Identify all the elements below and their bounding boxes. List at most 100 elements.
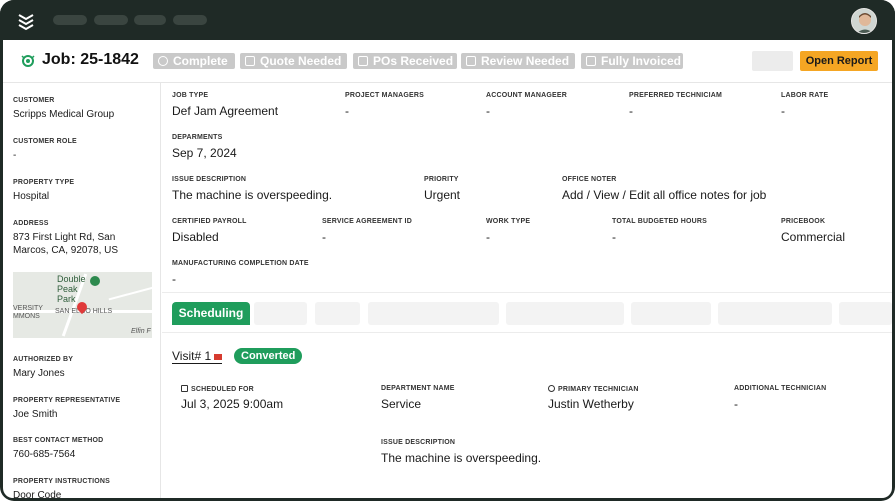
pricebook-value: Commercial [781,230,846,244]
tab-placeholder-5[interactable] [631,302,711,325]
customer-value: Scripps Medical Group [13,109,115,120]
labor-rate-label: Labor Rate [781,92,829,99]
property-rep-label: Property Representative [13,397,121,404]
job-title: Job: 25-1842 [42,51,139,68]
project-managers-label: Project Managers [345,92,425,99]
open-report-button[interactable]: Open Report [800,51,878,71]
customer-role-value: - [13,150,17,161]
account-manager-label: Account Manageer [486,92,567,99]
layers-logo-icon[interactable] [16,11,36,31]
primary-tech-value: Justin Wetherby [548,397,634,411]
map-area-right: Elfin F [131,328,151,335]
content-area: Job: 25-1842 Complete Quote Needed POs R… [3,40,892,498]
nav-item-1[interactable] [53,15,87,25]
tab-placeholder-6[interactable] [718,302,832,325]
primary-tech-label: Primary Technician [548,385,639,393]
tabs-divider [162,332,892,333]
job-type-value: Def Jam Agreement [172,104,279,118]
authorized-by-value: Mary Jones [13,368,65,379]
top-bar [0,0,895,40]
best-contact-label: Best Contact Method [13,437,104,444]
customer-sidebar: Customer Scripps Medical Group Customer … [3,83,161,498]
visit-issue-label: Issue Description [381,439,456,446]
users-icon [548,385,555,392]
nav-item-2[interactable] [94,15,128,25]
tab-placeholder-2[interactable] [315,302,360,325]
chat-icon [358,56,368,66]
address-label: Address [13,220,49,227]
job-details: Job Type Def Jam Agreement Project Manag… [162,83,892,498]
department-name-value: Service [381,397,422,411]
deparments-label: Deparments [172,134,223,141]
deparments-value: Sep 7, 2024 [172,146,237,160]
visit-status-badge: Converted [234,348,303,364]
account-manager-value: - [486,104,490,118]
preferred-tech-label: Preferred Techniciam [629,92,723,99]
budgeted-hours-label: Total Budgeted Hours [612,218,708,225]
property-type-value: Hospital [13,191,50,202]
tab-placeholder-7[interactable] [839,302,892,325]
certified-payroll-label: Certified Payroll [172,218,247,225]
property-map[interactable]: Double Peak Park VERSITY MMONS SAN ELIJO… [13,272,152,338]
visit-issue-value: The machine is overspeeding. [381,451,542,465]
park-pin-icon [90,276,100,286]
certified-payroll-value: Disabled [172,230,219,244]
job-status-icon [21,55,35,67]
github-icon [158,56,168,66]
document-icon [586,56,596,66]
status-quote-needed[interactable]: Quote Needed [240,53,347,69]
labor-rate-value: - [781,104,785,118]
property-instructions-label: Property Instructions [13,478,111,485]
priority-label: Priority [424,176,459,183]
additional-tech-value: - [734,397,738,411]
tab-placeholder-1[interactable] [254,302,307,325]
map-area-left-2: MMONS [13,313,40,320]
property-instructions-value: Door Code [13,490,62,498]
service-agreement-label: Service Agreement ID [322,218,412,225]
visit-link[interactable]: Visit# 1 [172,349,223,364]
issue-description-label: Issue Description [172,176,247,183]
budgeted-hours-value: - [612,230,616,244]
document-icon [466,56,476,66]
mfg-date-label: Manufacturing Completion Date [172,260,309,267]
job-tabs: Scheduling [162,295,892,333]
priority-value: Urgent [424,188,461,202]
tab-scheduling[interactable]: Scheduling [172,302,250,325]
mfg-date-value: - [172,272,176,286]
property-type-label: Property Type [13,179,75,186]
service-agreement-value: - [322,230,326,244]
scheduled-for-value: Jul 3, 2025 9:00am [181,397,284,411]
user-avatar[interactable] [851,8,877,34]
preferred-tech-value: - [629,104,633,118]
nav-item-3[interactable] [134,15,166,25]
pricebook-label: Pricebook [781,218,826,225]
app-frame: Job: 25-1842 Complete Quote Needed POs R… [0,0,895,501]
status-review-needed[interactable]: Review Needed [461,53,575,69]
nav-item-4[interactable] [173,15,207,25]
work-type-label: Work Type [486,218,531,225]
property-rep-value: Joe Smith [13,409,58,420]
best-contact-value: 760-685-7564 [13,449,76,460]
scheduled-for-label: Scheduled For [181,385,254,393]
map-area-left-1: VERSITY [13,305,43,312]
job-header: Job: 25-1842 Complete Quote Needed POs R… [3,40,892,83]
office-notes-label: Office Noter [562,176,617,183]
project-managers-value: - [345,104,349,118]
department-name-label: Department Name [381,385,455,392]
calculator-icon [245,56,255,66]
flag-icon [214,354,223,360]
header-action-placeholder[interactable] [752,51,793,71]
status-fully-invoiced[interactable]: Fully Invoiced [581,53,683,69]
additional-tech-label: Additional Technician [734,385,827,392]
tab-placeholder-4[interactable] [506,302,624,325]
work-type-value: - [486,230,490,244]
office-notes-link[interactable]: Add / View / Edit all office notes for j… [562,188,766,202]
calendar-icon [181,385,188,392]
section-divider [162,292,892,293]
tab-placeholder-3[interactable] [368,302,499,325]
status-complete[interactable]: Complete [153,53,235,69]
status-pos-received[interactable]: POs Received [353,53,457,69]
customer-role-label: Customer Role [13,138,77,145]
authorized-by-label: Authorized By [13,356,74,363]
job-type-label: Job Type [172,92,209,99]
